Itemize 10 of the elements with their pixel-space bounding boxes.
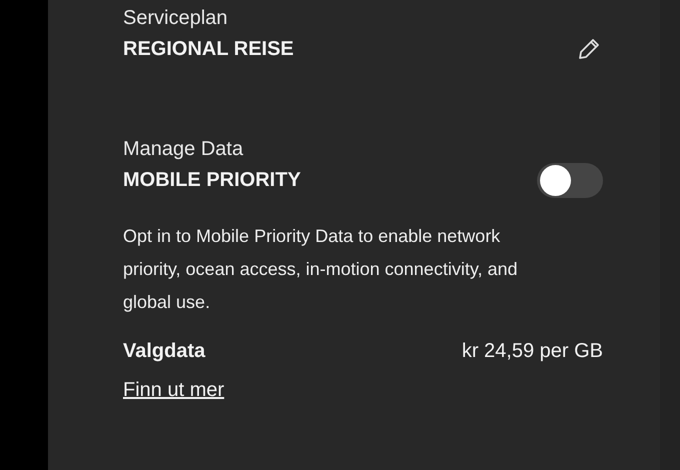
toggle-switch[interactable] xyxy=(537,162,603,198)
price-label: Valgdata xyxy=(123,339,206,364)
edit-icon[interactable] xyxy=(576,36,602,62)
section-label: Manage Data xyxy=(123,137,244,162)
learn-more-link[interactable]: Finn ut mer xyxy=(123,379,224,402)
section-label: Serviceplan xyxy=(123,6,229,31)
option-name: MOBILE PRIORITY xyxy=(123,168,301,193)
plan-name: REGIONAL REISE xyxy=(123,37,294,62)
description-text: Opt in to Mobile Priority Data to enable network priority, ocean access, in-motion connectivity, and global use. xyxy=(123,225,519,314)
price-value: kr 24,59 per GB xyxy=(462,340,603,362)
